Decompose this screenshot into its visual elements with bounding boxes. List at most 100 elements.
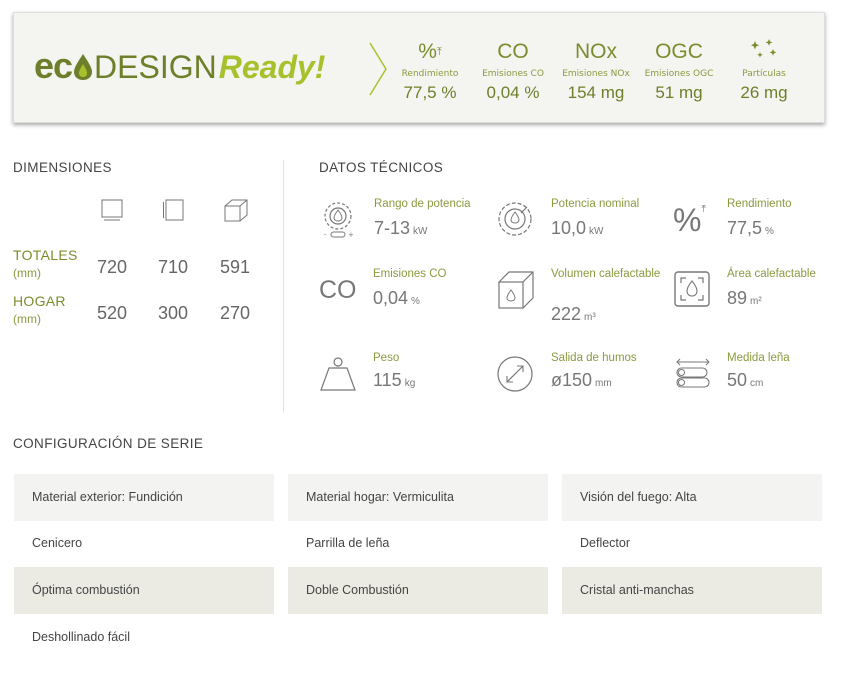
svg-text:+: + [348,231,354,239]
logo-eco-text: ec [34,45,73,86]
tech-item-log: Medida leña 50 cm [673,352,843,424]
metric-label: Emisiones CO [482,69,544,79]
tech-label: Rendimiento [727,198,792,210]
tech-value-line: 89 m² [727,288,762,309]
tech-label: Salida de humos [551,352,637,364]
tech-item-area: Área calefactable 89 m² [673,268,843,340]
row-unit: (mm) [13,312,41,326]
config-item: Cristal anti-manchas [562,567,822,614]
config-item: Visión del fuego: Alta [562,474,822,521]
tech-unit: % [765,226,774,237]
nox-symbol: NOx [575,40,617,63]
tech-value-line: 115 kg [373,370,415,391]
tech-item-flue: Salida de humos ø150 mm [497,352,667,424]
dim-value: 270 [219,303,251,323]
config-item: Doble Combustión [288,567,548,614]
metric-label: Emisiones OGC [644,69,714,79]
config-item: Deshollinado fácil [32,630,130,644]
metric-label: Rendimiento [401,69,459,79]
row-label: HOGAR [13,293,66,309]
co-symbol: CO [497,40,529,63]
tech-unit: % [411,296,420,307]
dim-value: 720 [96,257,128,277]
tech-value: ø150 [551,370,593,390]
tech-label: Rango de potencia [374,198,471,210]
metric-label: Partículas [742,69,786,79]
height-icon [163,199,184,221]
area-icon [674,271,710,307]
metric-value: 77,5 % [403,83,457,102]
volume-icon [498,271,534,309]
tech-value: 0,04 [373,288,409,308]
width-icon [101,199,123,221]
depth-icon [224,199,248,222]
dim-value: 520 [96,303,128,323]
tech-value: 89 [727,288,748,308]
efficiency-icon: %⤒ [673,202,706,238]
tech-value: 10,0 [551,218,587,238]
tech-value-line: 222 m³ [551,304,596,325]
tech-item-volume: Volumen calefactable 222 m³ [497,268,667,340]
tech-label: Potencia nominal [551,198,640,210]
tech-item-weight: Peso 115 kg [319,352,489,424]
metric-label: Emisiones NOx [562,69,630,79]
weight-icon [320,357,356,391]
dim-value: 591 [219,257,251,277]
tech-value: 7-13 [374,218,411,238]
config-item: Material exterior: Fundición [14,474,274,521]
tech-unit: mm [595,378,612,389]
tech-value: 50 [727,370,748,390]
metric-rendimiento: %⤒ Rendimiento 77,5 % [389,35,471,103]
tech-value-line: 7-13 kW [374,218,427,239]
tech-unit: cm [750,378,764,389]
metric-co: CO Emisiones CO 0,04 % [472,35,554,103]
power-range-icon: - + [324,202,354,239]
logo-design-text: DESIGN [94,49,217,85]
divider [283,160,284,413]
tech-item-power-range: - + Rango de potencia 7-13 kW [320,198,490,270]
tech-unit: kW [589,226,604,237]
flue-icon [497,356,533,392]
config-item: Deflector [580,536,631,550]
config-item: Parrilla de leña [306,536,390,550]
ecodesign-banner: ec DESIGN Ready! %⤒ Rendimiento 77,5 % C… [13,12,825,123]
dim-value: 710 [157,257,189,277]
row-unit: (mm) [13,266,41,280]
tech-value-line: 77,5% [727,218,774,239]
dim-value: 300 [157,303,189,323]
metric-value: 0,04 % [486,83,540,102]
metric-value: 26 mg [740,83,788,102]
tech-value: 115 [373,370,402,390]
config-item: Cenicero [32,536,83,550]
logo-ready-text: Ready! [218,49,326,85]
row-label: TOTALES [13,247,78,263]
percent-symbol: % [418,40,437,63]
tech-unit: kW [413,226,428,237]
tech-value-line: ø150 mm [551,370,612,391]
tech-label: Emisiones CO [373,268,447,280]
tech-label: Peso [373,352,400,364]
tech-value-line: 10,0 kW [551,218,604,239]
tech-label: Medida leña [727,352,790,364]
tech-label: Volumen calefactable [551,268,661,280]
tech-unit: m³ [584,312,596,323]
configuration-heading: CONFIGURACIÓN DE SERIE [13,436,204,451]
log-icon [676,358,710,388]
config-item: Óptima combustión [14,567,274,614]
tech-value: 222 [551,304,582,324]
tech-item-nominal-power: Potencia nominal 10,0 kW [497,198,667,270]
particles-icon [723,35,805,69]
tech-item-efficiency: %⤒ Rendimiento 77,5% [673,198,843,270]
metric-nox: NOx Emisiones NOx 154 mg [555,35,637,103]
metric-value: 154 mg [567,83,625,102]
tech-item-co: CO Emisiones CO 0,04% [319,268,489,340]
dimensions-row-totales: TOTALES (mm) [13,247,78,280]
tech-unit: m² [750,296,762,307]
tech-label: Área calefactable [727,268,816,280]
metric-particulas: Partículas 26 mg [723,35,805,103]
flame-drop-icon [74,54,93,80]
metric-value: 51 mg [655,83,703,102]
ogc-symbol: OGC [655,40,703,63]
metric-ogc: OGC Emisiones OGC 51 mg [638,35,720,103]
tech-value-line: 50 cm [727,370,763,391]
